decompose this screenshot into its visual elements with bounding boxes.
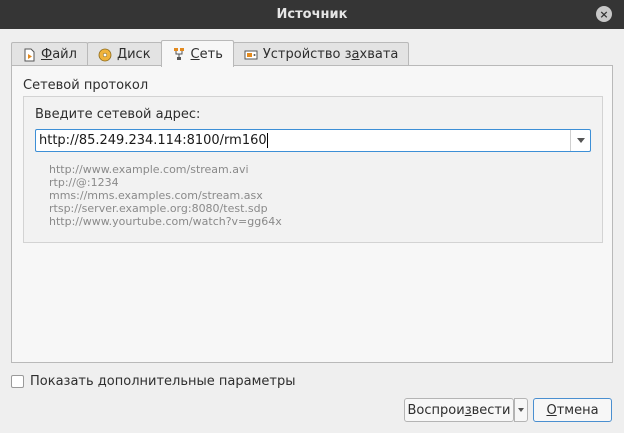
network-panel: Сетевой протокол Введите сетевой адрес: …	[11, 65, 613, 363]
example-line: rtsp://server.example.org:8080/test.sdp	[49, 202, 268, 215]
capture-device-icon	[244, 50, 258, 59]
show-more-options-checkbox[interactable]	[11, 375, 24, 388]
cancel-button[interactable]: Отмена	[533, 398, 612, 422]
tab-capture-label: Устройство захвата	[262, 47, 399, 62]
url-history-dropdown[interactable]	[570, 130, 590, 151]
tab-file[interactable]: Файл	[11, 42, 88, 66]
network-protocol-group: Введите сетевой адрес: http://85.249.234…	[23, 96, 603, 243]
disc-icon	[98, 48, 112, 61]
example-line: http://www.yourtube.com/watch?v=gg64x	[49, 215, 282, 228]
title-bar: Источник ×	[0, 0, 624, 29]
example-line: http://www.example.com/stream.avi	[49, 163, 249, 176]
chevron-down-icon	[576, 138, 585, 143]
play-options-dropdown[interactable]	[514, 398, 528, 422]
example-line: mms://mms.examples.com/stream.asx	[49, 189, 263, 202]
show-more-options-row[interactable]: Показать дополнительные параметры	[11, 374, 295, 389]
text-caret	[266, 133, 268, 148]
example-line: rtp://@:1234	[49, 176, 119, 189]
tab-network[interactable]: Сеть	[160, 40, 234, 67]
cancel-button-label: Отмена	[546, 402, 599, 418]
tab-file-label: Файл	[41, 47, 77, 62]
close-icon[interactable]: ×	[596, 6, 612, 22]
source-tabs: Файл Диск Сеть Устройство захвата	[11, 40, 410, 67]
play-button[interactable]: Воспроизвести	[404, 398, 514, 422]
window-title: Источник	[276, 7, 348, 22]
network-icon	[173, 48, 184, 60]
address-prompt: Введите сетевой адрес:	[35, 107, 201, 122]
url-examples: http://www.example.com/stream.avi rtp://…	[49, 163, 282, 228]
play-button-label: Воспроизвести	[407, 402, 511, 418]
tab-disc-label: Диск	[116, 47, 151, 62]
group-title: Сетевой протокол	[23, 78, 149, 93]
tab-network-label: Сеть	[190, 46, 223, 62]
network-url-combobox[interactable]: http://85.249.234.114:8100/rm160	[35, 129, 591, 152]
show-more-options-label[interactable]: Показать дополнительные параметры	[30, 374, 295, 389]
network-url-input[interactable]: http://85.249.234.114:8100/rm160	[36, 133, 570, 148]
tab-disc[interactable]: Диск	[86, 42, 162, 66]
tab-capture-device[interactable]: Устройство захвата	[232, 42, 410, 66]
chevron-down-icon	[518, 408, 524, 412]
file-icon	[24, 48, 35, 61]
